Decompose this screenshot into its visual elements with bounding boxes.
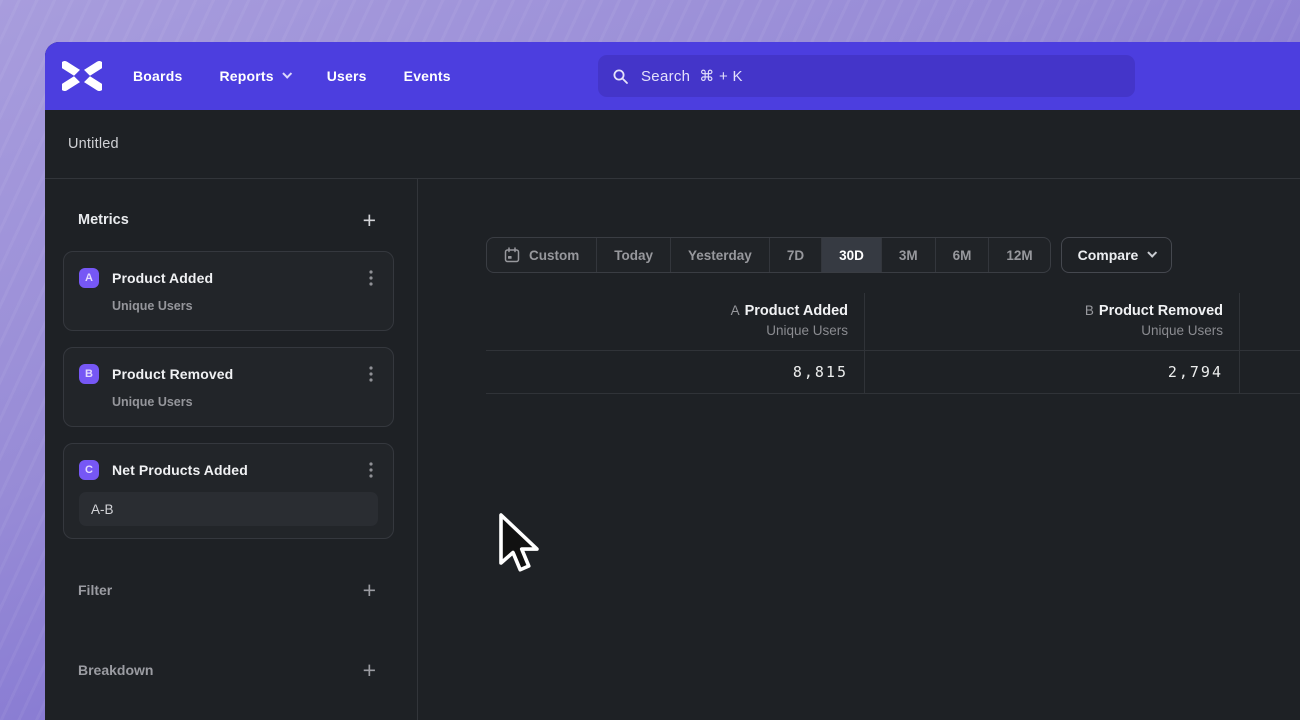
metric-name: Product Added: [112, 270, 364, 286]
table-header-metric-b: B Product Removed Unique Users: [864, 293, 1239, 351]
range-label: 12M: [1006, 248, 1032, 263]
metric-header-sub: Unique Users: [502, 323, 848, 338]
range-12m[interactable]: 12M: [988, 238, 1049, 272]
date-range-segmented-control: Custom Today Yesterday 7D 30D 3M 6M 12M: [486, 237, 1051, 273]
range-label: 3M: [899, 248, 918, 263]
metric-card-b[interactable]: B Product Removed Unique Users: [63, 347, 394, 427]
nav-item-reports[interactable]: Reports: [219, 68, 289, 84]
range-3m[interactable]: 3M: [881, 238, 935, 272]
formula-input[interactable]: A-B: [79, 492, 378, 526]
range-6m[interactable]: 6M: [935, 238, 989, 272]
metric-header-name: Product Added: [745, 303, 848, 319]
table-value-metric-c: [1239, 351, 1300, 394]
table-header-metric-a: A Product Added Unique Users: [486, 293, 864, 351]
chevron-down-icon: [282, 69, 292, 79]
top-navbar: Boards Reports Users Events: [45, 42, 1300, 110]
range-yesterday[interactable]: Yesterday: [670, 238, 769, 272]
nav-item-label: Boards: [133, 68, 182, 84]
metric-name: Net Products Added: [112, 462, 364, 478]
metric-name: Product Removed: [112, 366, 364, 382]
metric-badge-b: B: [79, 364, 99, 384]
nav-item-label: Events: [404, 68, 451, 84]
metric-letter: B: [1085, 303, 1094, 318]
nav-item-users[interactable]: Users: [327, 68, 367, 84]
kebab-menu-icon[interactable]: [364, 462, 378, 478]
metric-measurement[interactable]: Unique Users: [112, 394, 378, 410]
compare-button[interactable]: Compare: [1061, 237, 1173, 273]
range-7d[interactable]: 7D: [769, 238, 821, 272]
search-icon: [612, 68, 629, 85]
nav-menu: Boards Reports Users Events: [133, 68, 451, 84]
range-label: Today: [614, 248, 653, 263]
metric-badge-a: A: [79, 268, 99, 288]
kebab-menu-icon[interactable]: [364, 270, 378, 286]
chevron-down-icon: [1148, 248, 1158, 258]
report-header: Untitled: [45, 110, 1300, 179]
compare-label: Compare: [1078, 247, 1139, 263]
breakdown-section-label: Breakdown: [78, 662, 153, 678]
search-input[interactable]: [641, 68, 1121, 85]
nav-item-label: Reports: [219, 68, 273, 84]
kebab-menu-icon[interactable]: [364, 366, 378, 382]
range-label: Custom: [529, 248, 579, 263]
app-window: Boards Reports Users Events Untitled Me: [45, 42, 1300, 720]
desktop-background: Boards Reports Users Events Untitled Me: [0, 0, 1300, 720]
metric-header-sub: Unique Users: [881, 323, 1223, 338]
range-label: 6M: [953, 248, 972, 263]
metric-badge-c: C: [79, 460, 99, 480]
table-value-metric-b: 2,794: [864, 351, 1239, 394]
add-breakdown-button[interactable]: +: [363, 660, 376, 680]
range-label: Yesterday: [688, 248, 752, 263]
calendar-icon: [504, 247, 520, 263]
metric-letter: A: [731, 303, 740, 318]
mixpanel-logo-icon[interactable]: [59, 59, 105, 93]
metric-header-name: Product Removed: [1099, 303, 1223, 319]
report-title[interactable]: Untitled: [68, 136, 119, 152]
add-metric-button[interactable]: +: [363, 210, 376, 230]
nav-item-boards[interactable]: Boards: [133, 68, 182, 84]
add-filter-button[interactable]: +: [363, 580, 376, 600]
nav-item-events[interactable]: Events: [404, 68, 451, 84]
search-bar[interactable]: [598, 55, 1135, 97]
metric-measurement[interactable]: Unique Users: [112, 298, 378, 314]
table-value-metric-a: 8,815: [486, 351, 864, 394]
query-builder-sidebar: Metrics + A Product Added Unique Users: [45, 179, 418, 720]
range-label: 7D: [787, 248, 804, 263]
nav-item-label: Users: [327, 68, 367, 84]
metrics-section-label: Metrics: [78, 212, 129, 228]
metric-card-a[interactable]: A Product Added Unique Users: [63, 251, 394, 331]
date-toolbar: Custom Today Yesterday 7D 30D 3M 6M 12M …: [486, 237, 1172, 273]
range-custom[interactable]: Custom: [487, 238, 596, 272]
range-label: 30D: [839, 248, 864, 263]
results-panel: Custom Today Yesterday 7D 30D 3M 6M 12M …: [418, 179, 1300, 720]
filter-section-label: Filter: [78, 582, 112, 598]
table-header-metric-c: [1239, 293, 1300, 351]
range-30d-selected[interactable]: 30D: [821, 238, 881, 272]
metric-card-c[interactable]: C Net Products Added A-B: [63, 443, 394, 539]
range-today[interactable]: Today: [596, 238, 670, 272]
metrics-results-table: A Product Added Unique Users B Product Rem…: [486, 293, 1300, 394]
